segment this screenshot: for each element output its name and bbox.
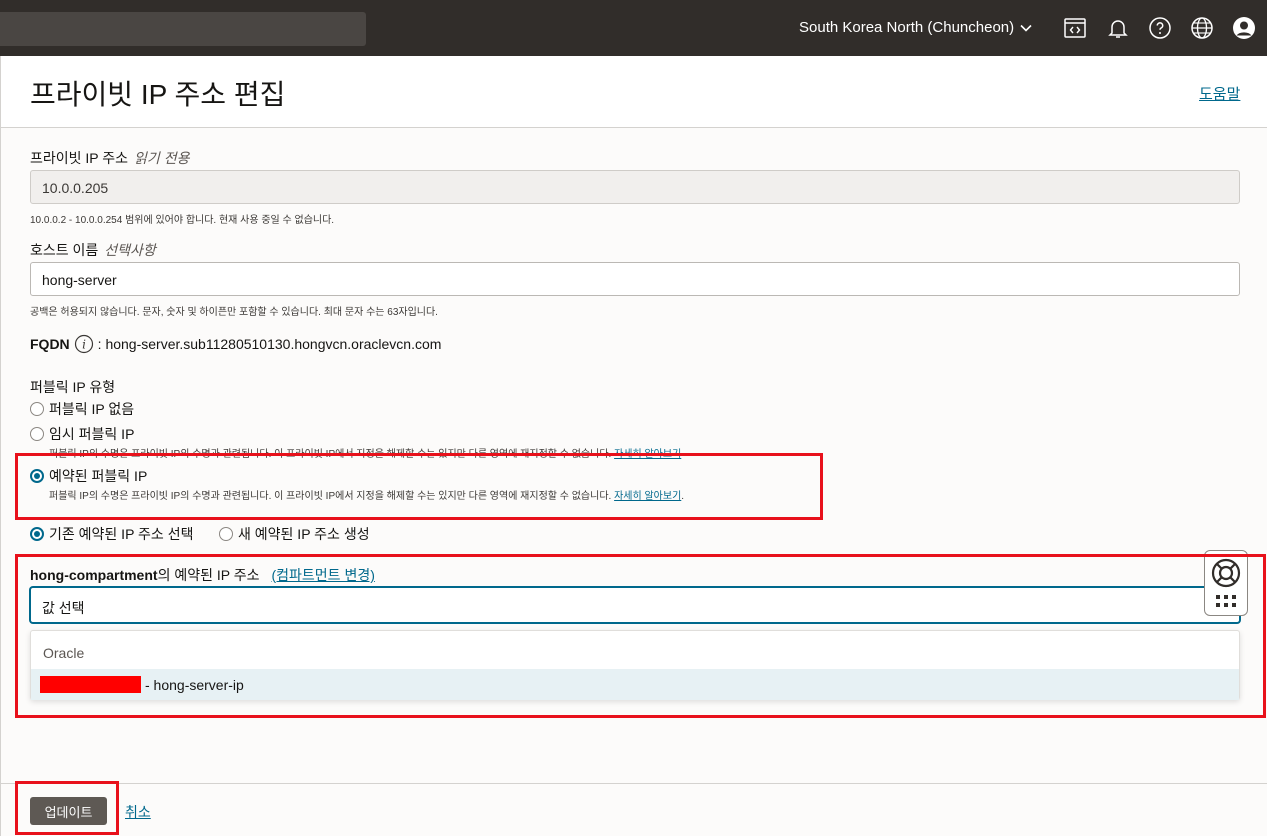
top-navigation-bar: South Korea North (Chuncheon) bbox=[0, 0, 1267, 56]
radio-circle[interactable] bbox=[30, 402, 44, 416]
reserved-ip-dropdown: Oracle - hong-server-ip bbox=[30, 630, 1240, 700]
fqdn-row: FQDN i : hong-server.sub11280510130.hong… bbox=[30, 334, 441, 354]
radio-label: 퍼블릭 IP 없음 bbox=[49, 401, 135, 417]
hostname-label-text: 호스트 이름 bbox=[30, 242, 99, 258]
radio-circle-selected[interactable] bbox=[30, 469, 44, 483]
hostname-hint: 공백은 허용되지 않습니다. 문자, 숫자 및 하이픈만 포함할 수 있습니다.… bbox=[30, 307, 438, 318]
select-placeholder: 값 선택 bbox=[42, 600, 85, 616]
radio-ephemeral-public-ip[interactable]: 임시 퍼블릭 IP bbox=[30, 424, 134, 444]
public-ip-type-label: 퍼블릭 IP 유형 bbox=[30, 379, 116, 395]
page-title: 프라이빗 IP 주소 편집 bbox=[30, 79, 286, 110]
optional-qualifier: 선택사항 bbox=[104, 242, 156, 258]
help-icon[interactable] bbox=[1146, 14, 1174, 42]
hostname-input[interactable]: hong-server bbox=[30, 262, 1240, 296]
radio-circle-selected[interactable] bbox=[30, 527, 44, 541]
radio-label: 예약된 퍼블릭 IP bbox=[49, 468, 148, 484]
chevron-down-icon bbox=[1020, 24, 1032, 32]
radio-circle[interactable] bbox=[30, 427, 44, 441]
fqdn-value: : hong-server.sub11280510130.hongvcn.ora… bbox=[97, 336, 442, 352]
compartment-name: hong-compartment bbox=[30, 567, 158, 583]
description-text: 퍼블릭 IP의 수명은 프라이빗 IP의 수명과 관련됩니다. 이 프라이빗 I… bbox=[49, 449, 612, 460]
radio-label: 기존 예약된 IP 주소 선택 bbox=[49, 526, 194, 542]
reserved-ip-select[interactable]: 값 선택 bbox=[30, 587, 1240, 623]
read-only-qualifier: 읽기 전용 bbox=[134, 150, 190, 166]
hostname-label: 호스트 이름 선택사항 bbox=[30, 240, 156, 260]
learn-more-link[interactable]: 자세히 알아보기 bbox=[614, 491, 681, 502]
dropdown-option[interactable]: - hong-server-ip bbox=[31, 669, 1239, 700]
radio-circle[interactable] bbox=[219, 527, 233, 541]
change-compartment-link[interactable]: (컴파트먼트 변경) bbox=[272, 567, 375, 583]
private-ip-field: 10.0.0.205 bbox=[30, 170, 1240, 204]
period: . bbox=[681, 491, 685, 502]
private-ip-label: 프라이빗 IP 주소 읽기 전용 bbox=[30, 148, 189, 168]
region-label: South Korea North (Chuncheon) bbox=[799, 19, 1015, 36]
help-link[interactable]: 도움말 bbox=[1199, 83, 1240, 104]
code-editor-icon[interactable] bbox=[1061, 14, 1089, 42]
help-widget[interactable] bbox=[1204, 550, 1248, 616]
info-icon[interactable]: i bbox=[74, 334, 94, 354]
radio-reserved-public-ip[interactable]: 예약된 퍼블릭 IP bbox=[30, 466, 147, 486]
user-icon[interactable] bbox=[1230, 14, 1258, 42]
cancel-link[interactable]: 취소 bbox=[125, 802, 151, 822]
radio-no-public-ip[interactable]: 퍼블릭 IP 없음 bbox=[30, 399, 134, 419]
panel-footer bbox=[1, 783, 1267, 836]
reserved-ip-label: hong-compartment의 예약된 IP 주소 (컴파트먼트 변경) bbox=[30, 565, 375, 585]
reserved-description: 퍼블릭 IP의 수명은 프라이빗 IP의 수명과 관련됩니다. 이 프라이빗 I… bbox=[49, 487, 684, 502]
lifebuoy-icon bbox=[1211, 558, 1241, 607]
fqdn-label: FQDN bbox=[30, 336, 70, 352]
private-ip-hint: 10.0.0.2 - 10.0.0.254 범위에 있어야 합니다. 현재 사용… bbox=[30, 215, 335, 226]
radio-label: 임시 퍼블릭 IP bbox=[49, 426, 135, 442]
option-label: - hong-server-ip bbox=[145, 676, 244, 693]
description-text: 퍼블릭 IP의 수명은 프라이빗 IP의 수명과 관련됩니다. 이 프라이빗 I… bbox=[49, 491, 612, 502]
dropdown-group-header: Oracle bbox=[43, 645, 85, 661]
bell-icon[interactable] bbox=[1104, 14, 1132, 42]
svg-text:i: i bbox=[82, 338, 86, 352]
learn-more-link[interactable]: 자세히 알아보기 bbox=[614, 449, 681, 460]
ephemeral-description: 퍼블릭 IP의 수명은 프라이빗 IP의 수명과 관련됩니다. 이 프라이빗 I… bbox=[49, 445, 681, 460]
search-box[interactable] bbox=[0, 12, 366, 46]
update-button[interactable]: 업데이트 bbox=[30, 797, 107, 825]
region-selector[interactable]: South Korea North (Chuncheon) bbox=[799, 19, 1034, 36]
radio-new-reserved-ip[interactable]: 새 예약된 IP 주소 생성 bbox=[219, 524, 370, 544]
edit-private-ip-panel: 프라이빗 IP 주소 편집 도움말 프라이빗 IP 주소 읽기 전용 10.0.0… bbox=[0, 56, 1267, 836]
radio-existing-reserved-ip[interactable]: 기존 예약된 IP 주소 선택 bbox=[30, 524, 193, 544]
redacted-ip bbox=[40, 676, 141, 693]
radio-label: 새 예약된 IP 주소 생성 bbox=[238, 526, 370, 542]
panel-header: 프라이빗 IP 주소 편집 도움말 bbox=[1, 56, 1267, 128]
private-ip-label-text: 프라이빗 IP 주소 bbox=[30, 150, 129, 166]
reserved-ip-label-suffix: 의 예약된 IP 주소 bbox=[157, 567, 260, 583]
globe-icon[interactable] bbox=[1188, 14, 1216, 42]
